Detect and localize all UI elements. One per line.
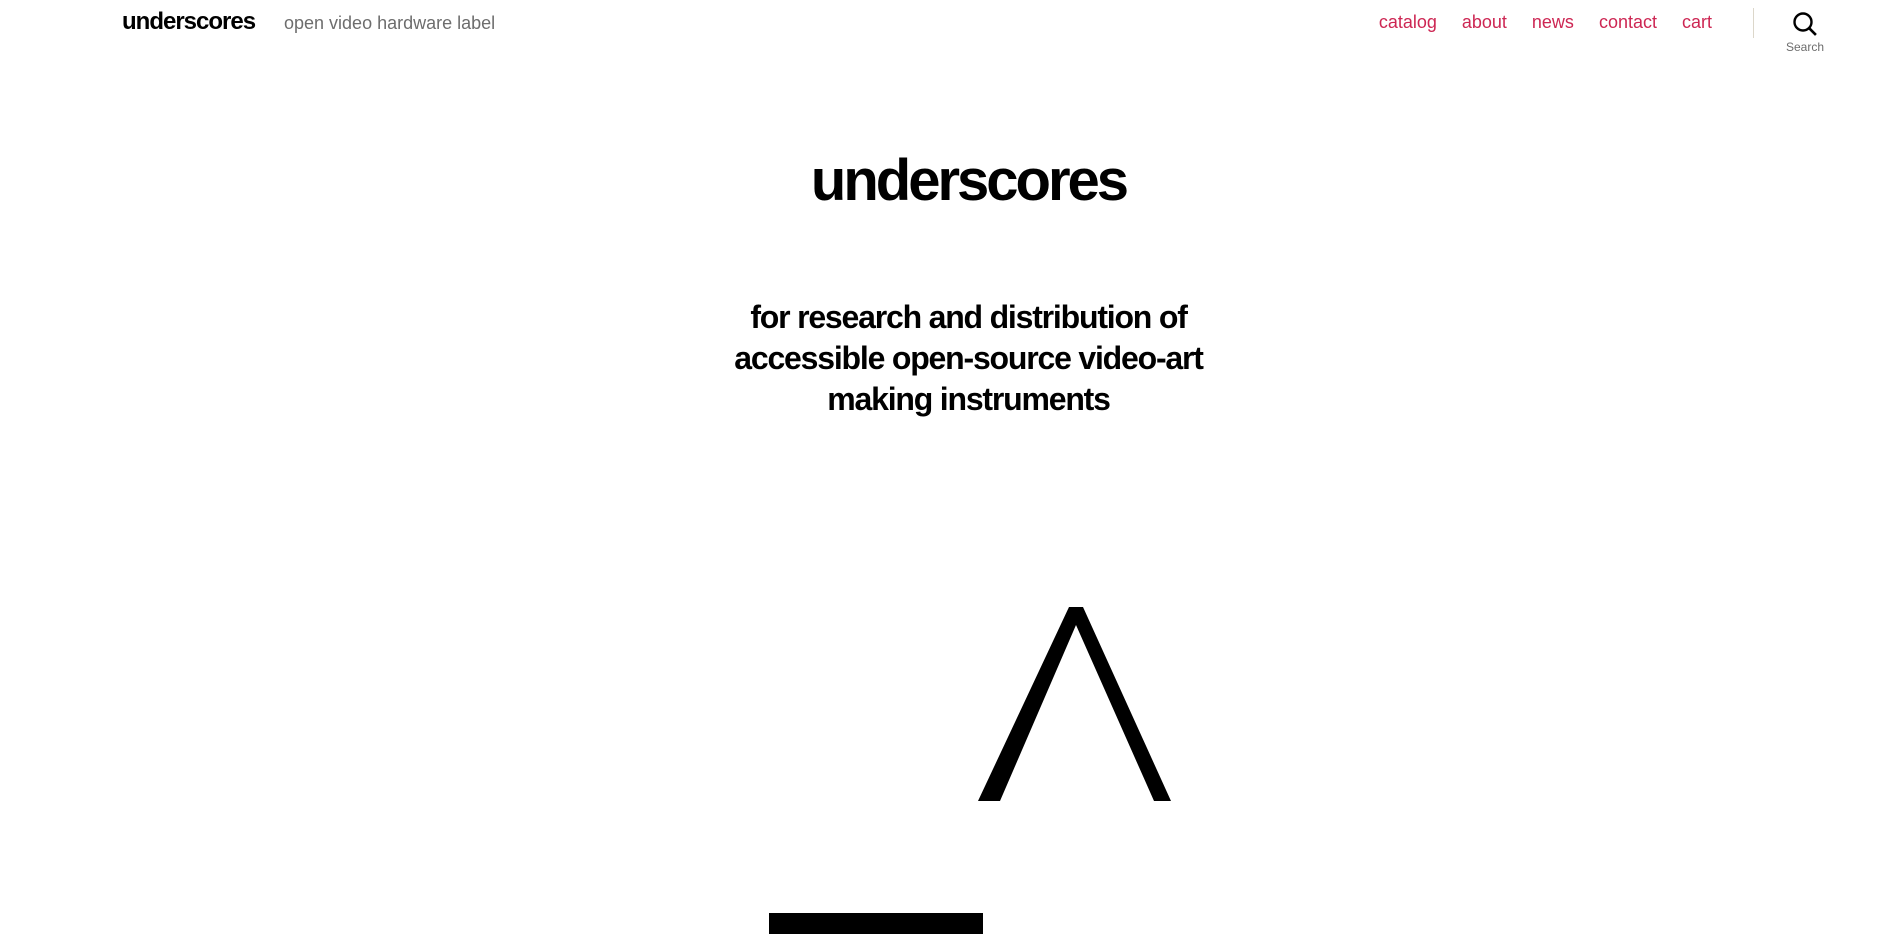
page: underscores open video hardware label ca… bbox=[0, 0, 1895, 934]
caret-shape bbox=[978, 607, 1171, 801]
underscore-bar bbox=[769, 913, 983, 934]
decorative-artwork bbox=[769, 607, 1171, 934]
